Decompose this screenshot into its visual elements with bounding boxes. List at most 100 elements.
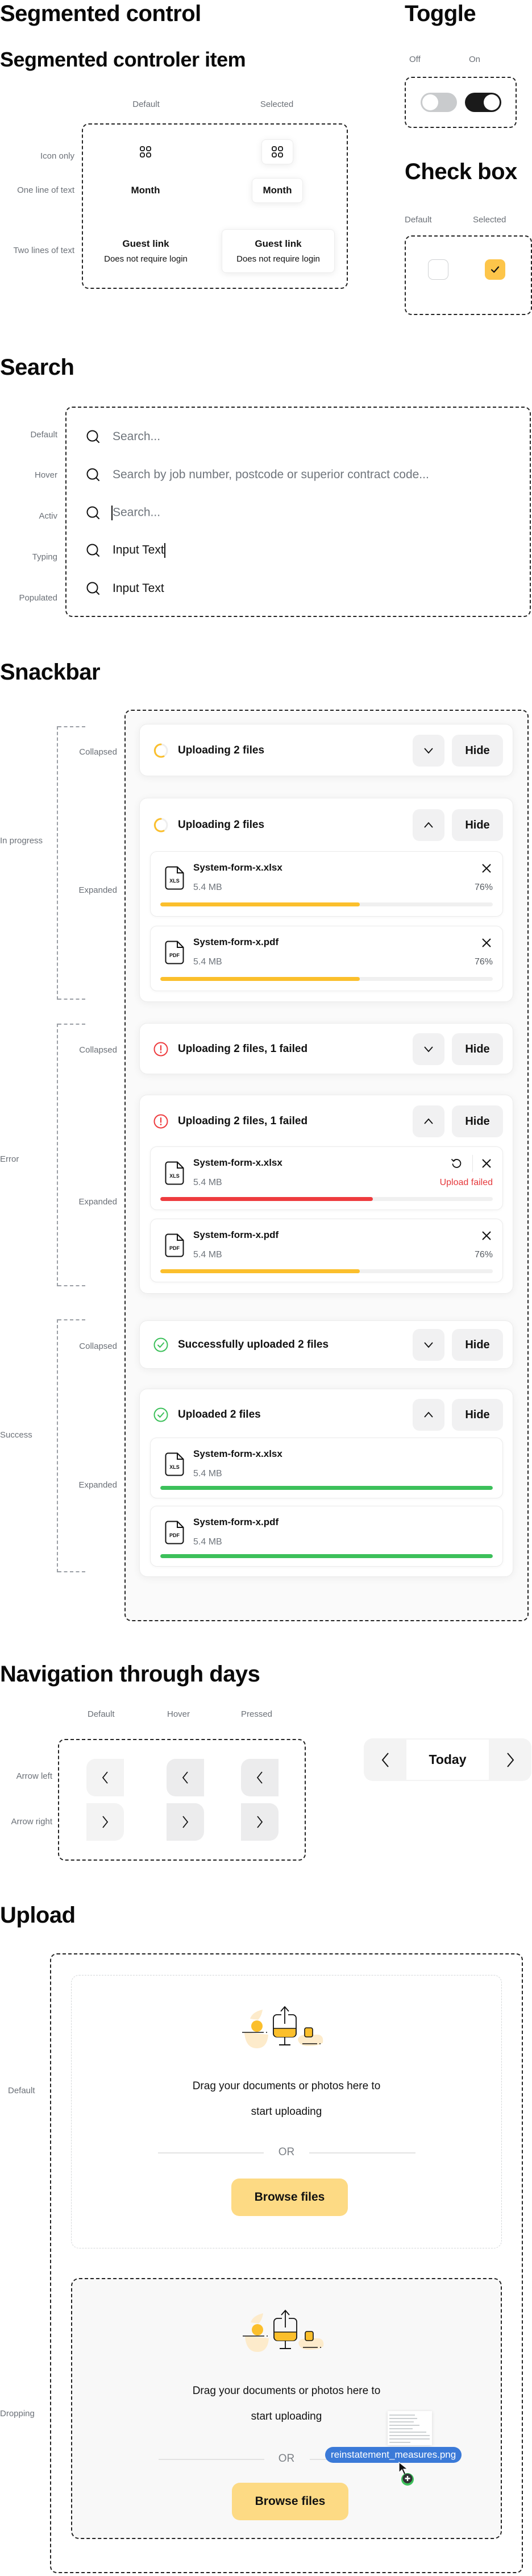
search-value: Input Text [113,543,164,557]
browse-files-button[interactable]: Browse files [232,2483,348,2520]
search-state-label: Populated [19,593,57,603]
expand-button[interactable] [413,1329,444,1361]
close-icon[interactable] [480,1157,493,1170]
expand-button[interactable] [413,735,444,767]
arrow-right-default[interactable] [86,1803,124,1841]
pdf-file-icon: PDF [165,1233,184,1257]
retry-icon[interactable] [450,1157,463,1170]
hide-button[interactable]: Hide [452,1033,503,1065]
segment-icon-default[interactable] [130,139,161,164]
file-item: PDF System-form-x.pdf 5.4 MB 76% [150,1219,503,1282]
progress-bar [160,1269,493,1273]
segment-subtitle: Does not require login [104,254,188,264]
segment-label: Month [131,185,160,196]
search-icon [86,506,99,519]
segment-icon-selected[interactable] [261,139,293,164]
hide-button[interactable]: Hide [452,1329,503,1361]
progress-bar [160,1486,493,1490]
success-check-icon [153,1337,168,1352]
checkbox-states-frame [405,235,532,315]
search-icon [86,582,99,595]
arrow-left-default[interactable] [86,1759,124,1796]
svg-text:PDF: PDF [169,1533,180,1538]
arrow-left-pressed[interactable] [241,1759,279,1796]
arrow-right-pressed[interactable] [241,1803,279,1841]
toggle-off[interactable] [421,93,457,112]
search-input-populated[interactable]: Input Text [85,577,164,600]
toggle-on[interactable] [465,93,501,112]
upload-prompt-line1: Drag your documents or photos here to [192,2080,381,2092]
browse-files-button[interactable]: Browse files [231,2179,348,2216]
pdf-file-icon: PDF [165,941,184,964]
segment-month-default[interactable]: Month [120,178,171,203]
search-input-active[interactable]: Search... [85,502,160,524]
segment-guest-link-selected[interactable]: Guest link Does not require login [222,229,335,273]
chevron-up-icon [424,1411,433,1418]
file-size: 5.4 MB [193,1250,222,1260]
upload-prompt-line2: start uploading [251,2411,322,2422]
hide-button[interactable]: Hide [452,809,503,841]
row-label-two-lines: Two lines of text [13,246,74,255]
chevron-left-icon [102,1771,108,1784]
snackbar-title-text: Uploading 2 files, 1 failed [178,1115,308,1127]
chevron-right-icon [506,1752,514,1767]
next-day-button[interactable] [489,1738,531,1781]
expand-button[interactable] [413,1033,444,1065]
today-button[interactable]: Today [406,1740,489,1780]
divider [472,1155,473,1172]
group-label-in-progress: In progress [0,836,43,846]
variant-label-collapsed: Collapsed [79,1045,117,1055]
hide-button[interactable]: Hide [452,1399,503,1431]
row-label-one-line: One line of text [17,185,74,195]
file-name: System-form-x.pdf [193,937,279,947]
chevron-down-icon [424,1342,433,1348]
hide-button[interactable]: Hide [452,735,503,767]
search-input-default[interactable]: Search... [85,425,160,448]
group-bracket [57,726,85,1000]
upload-illustration [243,2309,324,2352]
chevron-right-icon [102,1816,109,1828]
snackbar-in-progress-expanded: Uploading 2 files Hide XLS System-form-x… [139,798,513,1002]
file-size: 5.4 MB [193,1537,222,1547]
collapse-button[interactable] [413,809,444,841]
checkbox-default[interactable] [428,259,448,280]
arrow-right-hover[interactable] [167,1803,204,1841]
segmented-control-title: Segmented control [0,1,201,26]
error-icon [153,1042,168,1057]
file-size: 5.4 MB [193,1178,222,1187]
close-icon[interactable] [480,862,493,875]
search-input-typing[interactable]: Input Text [85,539,165,562]
checkbox-selected[interactable] [485,259,505,280]
text-caret [164,543,165,558]
check-icon [491,266,500,273]
hide-button[interactable]: Hide [452,1105,503,1137]
upload-dropzone-default[interactable]: Drag your documents or photos here to st… [71,1975,502,2248]
collapse-button[interactable] [413,1105,444,1137]
file-name: System-form-x.xlsx [193,862,282,873]
xls-file-icon: XLS [165,1452,184,1476]
segmented-item-title: Segmented controler item [0,48,246,71]
snackbar-error-expanded: Uploading 2 files, 1 failed Hide XLS Sys… [139,1095,513,1294]
checkbox-title: Check box [405,159,517,184]
close-icon[interactable] [480,937,493,949]
search-state-label: Typing [32,552,57,562]
segment-month-selected[interactable]: Month [252,178,303,203]
snackbar-title-text: Successfully uploaded 2 files [178,1339,329,1351]
progress-bar [160,977,493,981]
search-input-hover[interactable]: Search by job number, postcode or superi… [85,463,429,486]
file-name: System-form-x.xlsx [193,1448,282,1459]
file-size: 5.4 MB [193,1469,222,1478]
collapse-button[interactable] [413,1399,444,1431]
previous-day-button[interactable] [364,1738,406,1781]
file-item: XLS System-form-x.xlsx 5.4 MB [150,1438,503,1498]
search-state-label: Default [30,430,57,440]
arrow-left-hover[interactable] [167,1759,204,1796]
spinner-icon [153,818,168,833]
file-name: System-form-x.pdf [193,1517,279,1527]
upload-dropzone-dropping[interactable]: Drag your documents or photos here to st… [71,2278,502,2539]
segment-guest-link-default[interactable]: Guest link Does not require login [89,229,202,273]
close-icon[interactable] [480,1229,493,1242]
search-icon [86,468,99,481]
toggle-label-off: Off [409,55,421,64]
snackbar-success-expanded: Uploaded 2 files Hide XLS System-form-x.… [139,1389,513,1577]
